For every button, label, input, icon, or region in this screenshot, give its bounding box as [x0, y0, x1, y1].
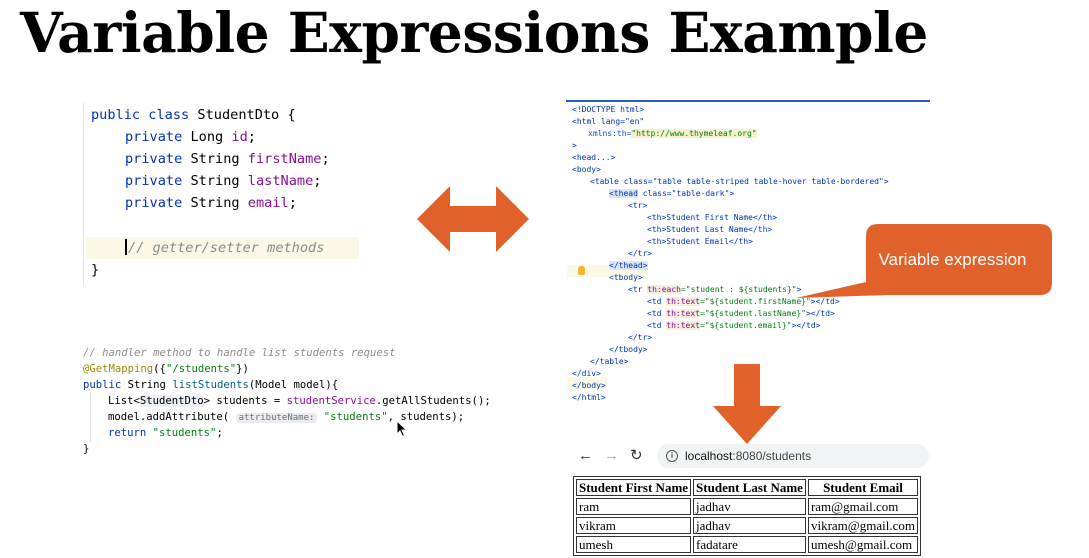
arrow-left-icon[interactable]: ← [578, 448, 593, 464]
code-line: xmlns:th="http://www.thymeleaf.org" [588, 129, 757, 138]
code-line: } [83, 443, 90, 455]
code-line: </body> [572, 381, 606, 390]
code-line: </tr> [628, 333, 653, 342]
double-arrow-icon [417, 186, 529, 252]
down-arrow-shape [713, 364, 781, 444]
reload-icon[interactable]: ↻ [630, 448, 643, 464]
code-line: private String lastName; [125, 173, 322, 189]
table-cell: fadatare [693, 536, 806, 553]
code-line: // handler method to handle list student… [83, 347, 396, 359]
address-bar[interactable]: i localhost:8080/students [657, 444, 929, 468]
code-line: <th>Student Email</th> [647, 237, 753, 246]
code-line: private String email; [125, 195, 297, 211]
code-line: return "students"; [108, 427, 223, 439]
code-line: <tbody> [609, 273, 643, 282]
table-cell: umesh@gmail.com [807, 536, 918, 553]
code-line: > [572, 141, 577, 150]
mouse-pointer-icon [396, 420, 408, 438]
code-line: <body> [572, 165, 601, 174]
table-cell: vikram@gmail.com [807, 517, 918, 534]
table-row: vikram jadhav vikram@gmail.com [576, 517, 918, 534]
students-table: Student First Name Student Last Name Stu… [573, 476, 921, 556]
code-line: </div> [572, 369, 601, 378]
text-caret [125, 239, 127, 255]
indent-guide [90, 392, 91, 442]
code-line: <thead class="table-dark"> [609, 189, 735, 198]
code-line: </html> [572, 393, 606, 402]
student-dto-code: public class StudentDto { private Long i… [83, 102, 383, 285]
code-line: <table class="table table-striped table-… [590, 177, 889, 186]
browser-toolbar: ← → ↻ i localhost:8080/students [566, 444, 930, 470]
table-header-row: Student First Name Student Last Name Stu… [576, 479, 918, 496]
code-line: <tr> [628, 201, 648, 210]
code-line: <head...> [572, 153, 616, 162]
code-line: </tbody> [609, 345, 648, 354]
table-cell: vikram [576, 517, 692, 534]
code-line: </table> [590, 357, 629, 366]
table-row: umesh fadatare umesh@gmail.com [576, 536, 918, 553]
code-line: <th>Student First Name</th> [647, 213, 778, 222]
code-line: <td th:text="${student.email}"></td> [647, 321, 821, 330]
code-line: </thead> [609, 261, 648, 270]
code-line: private Long id; [125, 129, 256, 145]
table-row: ram jadhav ram@gmail.com [576, 498, 918, 515]
parameter-hint: attributeName: [235, 413, 318, 423]
code-line: </tr> [628, 249, 653, 258]
table-cell: ram [576, 498, 692, 515]
controller-code: // handler method to handle list student… [78, 342, 498, 462]
table-cell: umesh [576, 536, 692, 553]
url-text: localhost:8080/students [685, 449, 812, 463]
code-line: <th>Student Last Name</th> [647, 225, 773, 234]
code-line: public String listStudents(Model model){ [83, 379, 339, 391]
column-header: Student First Name [576, 479, 692, 496]
callout-label: Variable expression [878, 249, 1027, 269]
info-icon[interactable]: i [666, 450, 678, 462]
code-line: <tr th:each="student : ${students}"> [628, 285, 802, 294]
code-line: <!DOCTYPE html> [572, 105, 645, 114]
column-header: Student Last Name [693, 479, 806, 496]
code-line: @GetMapping({"/students"}) [83, 363, 249, 375]
code-line: <html lang="en" [572, 117, 645, 126]
slide-title: Variable Expressions Example [20, 0, 928, 65]
table-cell: ram@gmail.com [807, 498, 918, 515]
double-arrow-shape [417, 186, 529, 252]
code-line: List<StudentDto> students = studentServi… [108, 395, 491, 407]
table-cell: jadhav [693, 517, 806, 534]
arrow-right-icon[interactable]: → [604, 448, 619, 464]
code-line: private String firstName; [125, 151, 330, 167]
code-line[interactable]: // getter/setter methods [125, 237, 324, 259]
code-line: model.addAttribute( attributeName: "stud… [108, 411, 465, 423]
down-arrow-icon [713, 364, 781, 444]
column-header: Student Email [807, 479, 918, 496]
code-line: public class StudentDto { [91, 107, 296, 123]
code-line: } [91, 262, 100, 278]
table-cell: jadhav [693, 498, 806, 515]
